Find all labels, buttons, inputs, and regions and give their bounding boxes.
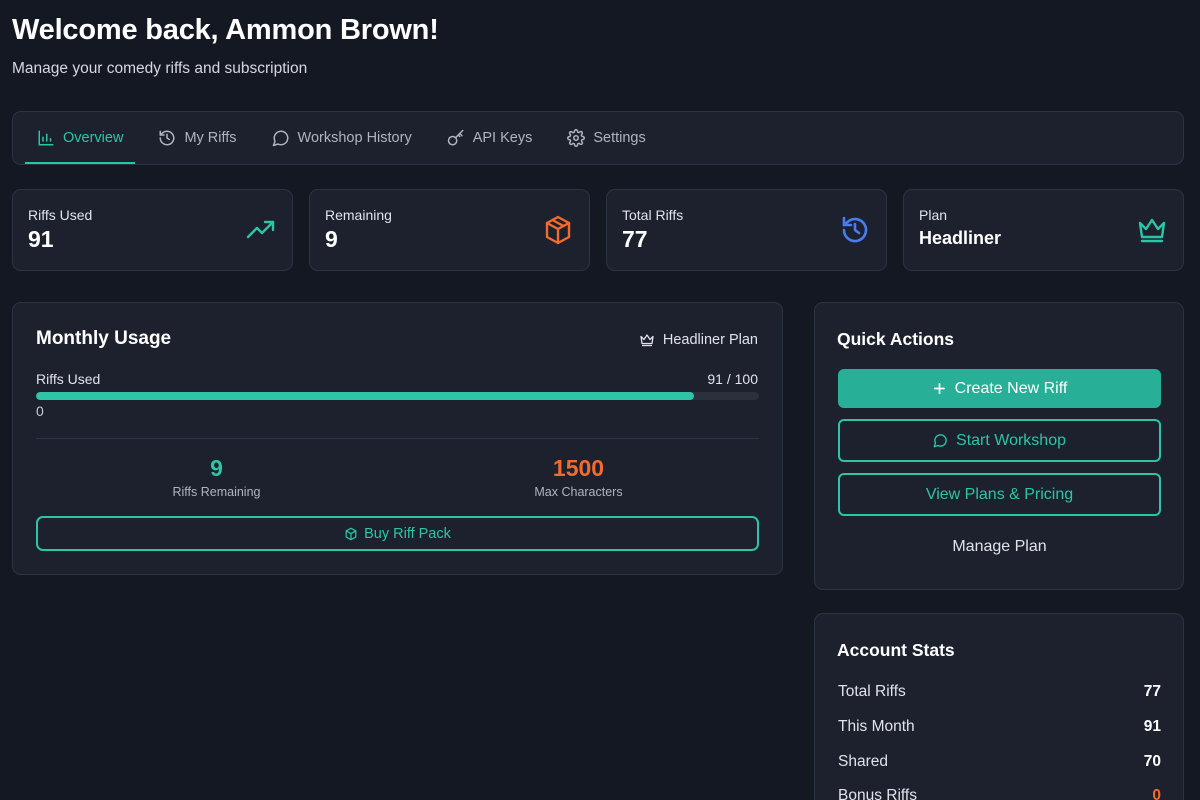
metric-value: 1500 [552,455,605,481]
account-stat-value: 70 [1143,753,1161,770]
crown-icon [640,334,654,347]
chat-bubble-icon [933,434,947,448]
progress-count: 91 / 100 [707,371,758,387]
plus-icon [933,382,945,395]
account-stat-value: 91 [1143,718,1161,735]
account-stat-row: Bonus Riffs 0 [838,787,1161,800]
stat-card-total-riffs: Total Riffs 77 [606,189,887,271]
view-plans-pricing-button[interactable]: View Plans & Pricing [838,473,1161,516]
account-stats-card: Account Stats Total Riffs 77 This Month … [814,613,1184,800]
stat-label: Remaining [325,207,392,223]
button-label: Create New Riff [954,379,1068,397]
page-title: Welcome back, Ammon Brown! [12,14,439,46]
gear-icon [567,129,586,147]
tab-label: Settings [593,130,646,146]
max-characters-metric: 1500 Max Characters [398,455,759,499]
manage-plan-button[interactable]: Manage Plan [838,532,1161,562]
dashboard-page: Welcome back, Ammon Brown! Manage your c… [0,0,1200,800]
stat-label: Total Riffs [622,207,684,223]
stat-value: Headliner [919,228,1002,248]
buy-riff-pack-button[interactable]: Buy Riff Pack [36,516,759,551]
tab-my-riffs[interactable]: My Riffs [146,112,248,164]
metric-value: 9 [210,455,223,481]
stat-value: 91 [28,226,54,252]
tab-api-keys[interactable]: API Keys [435,112,545,164]
package-icon [345,527,357,540]
tab-label: Workshop History [297,130,412,146]
stat-card-riffs-used: Riffs Used 91 [12,189,293,271]
account-stat-value: 77 [1143,683,1161,700]
create-new-riff-button[interactable]: Create New Riff [838,369,1161,408]
account-stat-value: 0 [1152,787,1161,800]
progress-min-label: 0 [36,403,44,419]
stat-value: 77 [622,226,648,252]
button-label: Start Workshop [956,431,1066,449]
tab-settings[interactable]: Settings [555,112,657,164]
metric-caption: Max Characters [534,485,623,499]
stat-card-plan: Plan Headliner [903,189,1184,271]
tab-overview[interactable]: Overview [25,112,136,164]
account-stat-label: Shared [838,753,888,770]
account-stat-label: Total Riffs [838,683,906,700]
trending-up-icon [246,220,275,239]
key-icon [447,129,464,146]
divider [36,438,759,439]
account-stat-row: Total Riffs 77 [838,683,1161,701]
button-label: Buy Riff Pack [364,525,451,542]
card-title: Quick Actions [837,329,955,349]
tab-bar: Overview My Riffs Workshop History API K… [12,111,1184,165]
bar-chart-icon [38,130,54,146]
progress-label: Riffs Used [36,371,101,387]
plan-label: Headliner Plan [662,332,758,348]
tab-workshop-history[interactable]: Workshop History [260,112,424,164]
account-stat-label: This Month [838,718,915,735]
riffs-remaining-metric: 9 Riffs Remaining [36,455,397,499]
package-icon [545,215,571,245]
stat-label: Plan [919,207,948,223]
account-stat-label: Bonus Riffs [838,787,917,800]
tab-label: My Riffs [184,130,237,146]
card-title: Monthly Usage [36,328,172,349]
crown-icon [1138,218,1166,243]
quick-actions-card: Quick Actions Create New Riff Start Work… [814,302,1184,590]
history-icon [842,216,868,243]
chat-bubble-icon [272,130,288,147]
usage-progress-fill [36,392,694,400]
account-stat-row: This Month 91 [838,718,1161,736]
start-workshop-button[interactable]: Start Workshop [838,419,1161,462]
stat-value: 9 [325,226,338,252]
monthly-usage-card: Monthly Usage Headliner Plan Riffs Used … [12,302,783,575]
button-label: Manage Plan [952,538,1047,555]
button-label: View Plans & Pricing [925,485,1074,503]
account-stat-row: Shared 70 [838,753,1161,771]
tab-label: Overview [63,130,124,146]
card-title: Account Stats [837,640,955,660]
stat-card-remaining: Remaining 9 [309,189,590,271]
plan-indicator: Headliner Plan [639,332,758,348]
page-subtitle: Manage your comedy riffs and subscriptio… [12,60,308,77]
metric-caption: Riffs Remaining [172,485,261,499]
stat-label: Riffs Used [28,207,93,223]
history-icon [159,130,175,146]
tab-label: API Keys [472,130,533,146]
usage-progress-bar [36,392,759,400]
